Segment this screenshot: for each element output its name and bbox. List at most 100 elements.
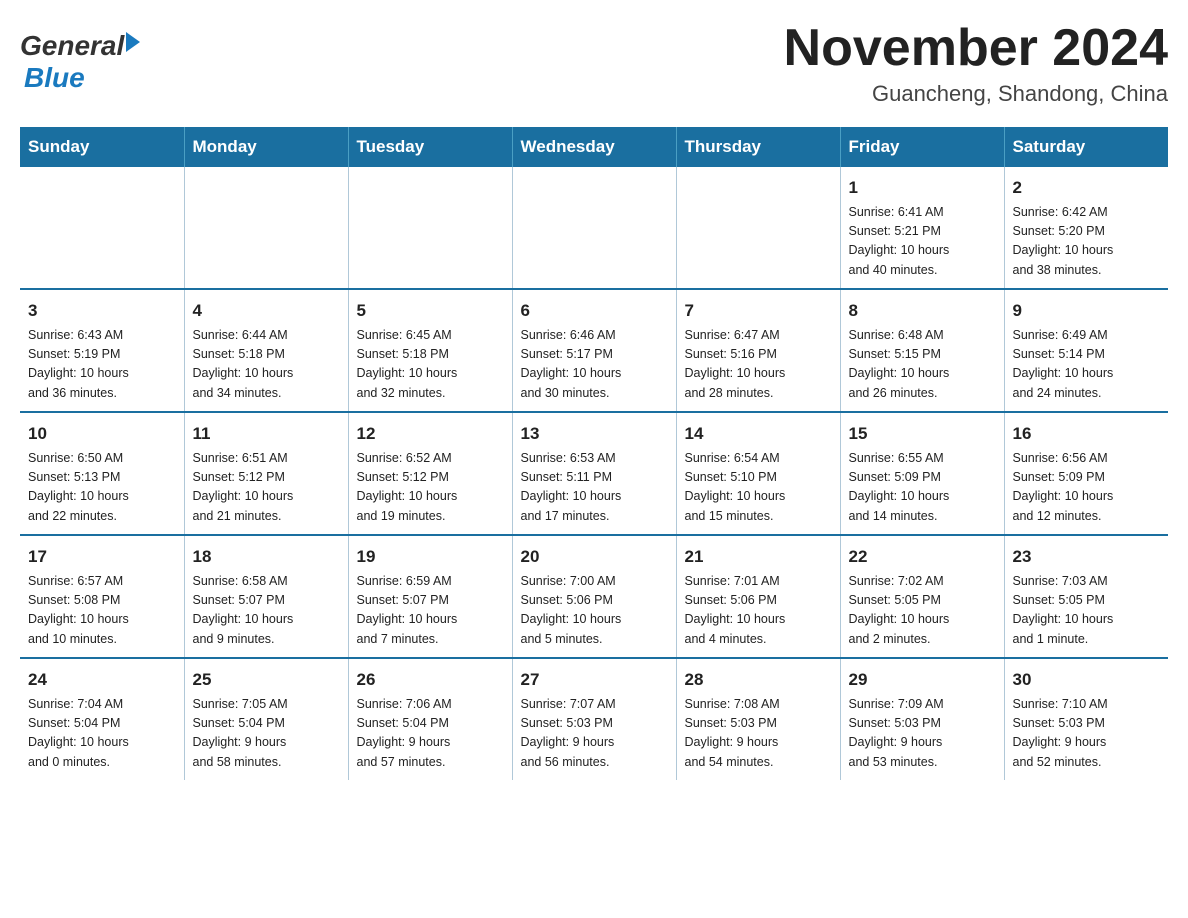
day-number: 13 [521,421,668,447]
day-info: Sunrise: 6:48 AM Sunset: 5:15 PM Dayligh… [849,326,996,404]
day-number: 1 [849,175,996,201]
day-number: 28 [685,667,832,693]
calendar-cell: 13Sunrise: 6:53 AM Sunset: 5:11 PM Dayli… [512,412,676,535]
calendar-cell: 8Sunrise: 6:48 AM Sunset: 5:15 PM Daylig… [840,289,1004,412]
day-number: 21 [685,544,832,570]
calendar-cell [348,167,512,289]
week-row-4: 17Sunrise: 6:57 AM Sunset: 5:08 PM Dayli… [20,535,1168,658]
calendar-cell: 2Sunrise: 6:42 AM Sunset: 5:20 PM Daylig… [1004,167,1168,289]
weekday-header-saturday: Saturday [1004,127,1168,167]
calendar-subtitle: Guancheng, Shandong, China [784,81,1168,107]
day-info: Sunrise: 7:02 AM Sunset: 5:05 PM Dayligh… [849,572,996,650]
calendar-cell: 4Sunrise: 6:44 AM Sunset: 5:18 PM Daylig… [184,289,348,412]
day-info: Sunrise: 6:49 AM Sunset: 5:14 PM Dayligh… [1013,326,1161,404]
day-info: Sunrise: 6:56 AM Sunset: 5:09 PM Dayligh… [1013,449,1161,527]
day-info: Sunrise: 6:52 AM Sunset: 5:12 PM Dayligh… [357,449,504,527]
logo-blue-text: Blue [24,62,85,94]
weekday-header-wednesday: Wednesday [512,127,676,167]
day-info: Sunrise: 7:00 AM Sunset: 5:06 PM Dayligh… [521,572,668,650]
calendar-cell: 30Sunrise: 7:10 AM Sunset: 5:03 PM Dayli… [1004,658,1168,780]
day-info: Sunrise: 7:03 AM Sunset: 5:05 PM Dayligh… [1013,572,1161,650]
calendar-cell: 16Sunrise: 6:56 AM Sunset: 5:09 PM Dayli… [1004,412,1168,535]
calendar-cell: 19Sunrise: 6:59 AM Sunset: 5:07 PM Dayli… [348,535,512,658]
calendar-cell: 25Sunrise: 7:05 AM Sunset: 5:04 PM Dayli… [184,658,348,780]
logo-general-text: General [20,30,124,62]
calendar-cell: 3Sunrise: 6:43 AM Sunset: 5:19 PM Daylig… [20,289,184,412]
calendar-cell: 1Sunrise: 6:41 AM Sunset: 5:21 PM Daylig… [840,167,1004,289]
week-row-5: 24Sunrise: 7:04 AM Sunset: 5:04 PM Dayli… [20,658,1168,780]
calendar-cell: 5Sunrise: 6:45 AM Sunset: 5:18 PM Daylig… [348,289,512,412]
calendar-cell: 9Sunrise: 6:49 AM Sunset: 5:14 PM Daylig… [1004,289,1168,412]
day-number: 15 [849,421,996,447]
day-info: Sunrise: 6:44 AM Sunset: 5:18 PM Dayligh… [193,326,340,404]
calendar-cell: 27Sunrise: 7:07 AM Sunset: 5:03 PM Dayli… [512,658,676,780]
day-number: 10 [28,421,176,447]
day-info: Sunrise: 7:09 AM Sunset: 5:03 PM Dayligh… [849,695,996,773]
day-number: 27 [521,667,668,693]
week-row-3: 10Sunrise: 6:50 AM Sunset: 5:13 PM Dayli… [20,412,1168,535]
logo: General Blue [20,30,140,94]
calendar-cell: 11Sunrise: 6:51 AM Sunset: 5:12 PM Dayli… [184,412,348,535]
day-info: Sunrise: 7:06 AM Sunset: 5:04 PM Dayligh… [357,695,504,773]
day-info: Sunrise: 6:41 AM Sunset: 5:21 PM Dayligh… [849,203,996,281]
day-number: 3 [28,298,176,324]
weekday-header-thursday: Thursday [676,127,840,167]
day-info: Sunrise: 6:53 AM Sunset: 5:11 PM Dayligh… [521,449,668,527]
calendar-cell: 21Sunrise: 7:01 AM Sunset: 5:06 PM Dayli… [676,535,840,658]
calendar-cell: 15Sunrise: 6:55 AM Sunset: 5:09 PM Dayli… [840,412,1004,535]
day-number: 22 [849,544,996,570]
calendar-title: November 2024 [784,20,1168,77]
calendar-cell: 12Sunrise: 6:52 AM Sunset: 5:12 PM Dayli… [348,412,512,535]
day-info: Sunrise: 6:50 AM Sunset: 5:13 PM Dayligh… [28,449,176,527]
calendar-cell: 14Sunrise: 6:54 AM Sunset: 5:10 PM Dayli… [676,412,840,535]
day-number: 17 [28,544,176,570]
calendar-cell: 6Sunrise: 6:46 AM Sunset: 5:17 PM Daylig… [512,289,676,412]
day-info: Sunrise: 6:45 AM Sunset: 5:18 PM Dayligh… [357,326,504,404]
weekday-header-sunday: Sunday [20,127,184,167]
day-number: 5 [357,298,504,324]
calendar-cell: 18Sunrise: 6:58 AM Sunset: 5:07 PM Dayli… [184,535,348,658]
calendar-cell [676,167,840,289]
calendar-cell: 29Sunrise: 7:09 AM Sunset: 5:03 PM Dayli… [840,658,1004,780]
day-number: 11 [193,421,340,447]
day-info: Sunrise: 7:10 AM Sunset: 5:03 PM Dayligh… [1013,695,1161,773]
day-number: 23 [1013,544,1161,570]
calendar-cell: 23Sunrise: 7:03 AM Sunset: 5:05 PM Dayli… [1004,535,1168,658]
weekday-header-monday: Monday [184,127,348,167]
day-info: Sunrise: 6:43 AM Sunset: 5:19 PM Dayligh… [28,326,176,404]
logo-triangle-icon [126,32,140,52]
day-info: Sunrise: 7:08 AM Sunset: 5:03 PM Dayligh… [685,695,832,773]
day-number: 25 [193,667,340,693]
calendar-cell: 10Sunrise: 6:50 AM Sunset: 5:13 PM Dayli… [20,412,184,535]
day-info: Sunrise: 7:05 AM Sunset: 5:04 PM Dayligh… [193,695,340,773]
day-info: Sunrise: 6:51 AM Sunset: 5:12 PM Dayligh… [193,449,340,527]
calendar-table: SundayMondayTuesdayWednesdayThursdayFrid… [20,127,1168,780]
day-number: 30 [1013,667,1161,693]
page-header: General Blue November 2024 Guancheng, Sh… [20,20,1168,107]
day-number: 19 [357,544,504,570]
day-info: Sunrise: 7:01 AM Sunset: 5:06 PM Dayligh… [685,572,832,650]
day-info: Sunrise: 6:55 AM Sunset: 5:09 PM Dayligh… [849,449,996,527]
day-info: Sunrise: 6:57 AM Sunset: 5:08 PM Dayligh… [28,572,176,650]
day-number: 6 [521,298,668,324]
day-info: Sunrise: 6:46 AM Sunset: 5:17 PM Dayligh… [521,326,668,404]
weekday-header-friday: Friday [840,127,1004,167]
day-number: 12 [357,421,504,447]
day-info: Sunrise: 6:42 AM Sunset: 5:20 PM Dayligh… [1013,203,1161,281]
calendar-cell [20,167,184,289]
week-row-1: 1Sunrise: 6:41 AM Sunset: 5:21 PM Daylig… [20,167,1168,289]
day-number: 24 [28,667,176,693]
weekday-header-row: SundayMondayTuesdayWednesdayThursdayFrid… [20,127,1168,167]
calendar-cell [512,167,676,289]
day-number: 29 [849,667,996,693]
calendar-cell: 17Sunrise: 6:57 AM Sunset: 5:08 PM Dayli… [20,535,184,658]
day-number: 9 [1013,298,1161,324]
calendar-cell: 7Sunrise: 6:47 AM Sunset: 5:16 PM Daylig… [676,289,840,412]
calendar-cell: 20Sunrise: 7:00 AM Sunset: 5:06 PM Dayli… [512,535,676,658]
week-row-2: 3Sunrise: 6:43 AM Sunset: 5:19 PM Daylig… [20,289,1168,412]
day-number: 14 [685,421,832,447]
calendar-cell [184,167,348,289]
day-number: 20 [521,544,668,570]
day-info: Sunrise: 7:04 AM Sunset: 5:04 PM Dayligh… [28,695,176,773]
calendar-cell: 24Sunrise: 7:04 AM Sunset: 5:04 PM Dayli… [20,658,184,780]
